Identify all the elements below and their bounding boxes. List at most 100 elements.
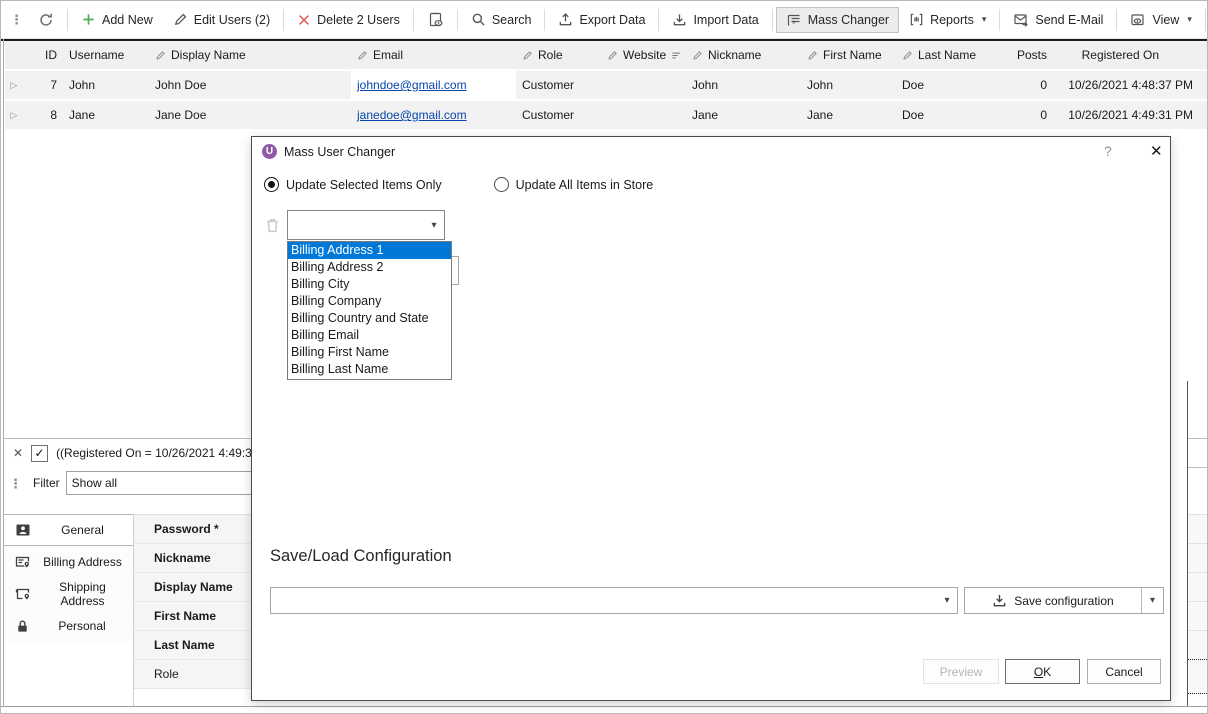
dropdown-option[interactable]: Billing First Name: [288, 344, 451, 361]
chevron-down-icon: ▾: [424, 220, 444, 231]
edit-pencil-icon: [607, 50, 618, 61]
radio-update-all[interactable]: Update All Items in Store: [494, 177, 654, 192]
dropdown-option-selected[interactable]: Billing Address 1: [288, 242, 451, 259]
column-header-username[interactable]: Username: [63, 41, 149, 69]
trash-icon[interactable]: [264, 217, 281, 234]
cell-username[interactable]: John: [63, 71, 149, 99]
cancel-button[interactable]: Cancel: [1087, 659, 1161, 684]
sort-filter-icon[interactable]: [671, 50, 682, 61]
reports-button[interactable]: Reports ▾: [899, 7, 996, 32]
edit-pencil-icon: [692, 50, 703, 61]
cell-email[interactable]: johndoe@gmail.com: [351, 71, 516, 99]
table-row-john[interactable]: ▷ 7 John John Doe johndoe@gmail.com Cust…: [5, 71, 1208, 99]
dropdown-option[interactable]: Billing Email: [288, 327, 451, 344]
cell-id[interactable]: 8: [23, 101, 63, 129]
cell-display-name[interactable]: Jane Doe: [149, 101, 351, 129]
column-header-last-name[interactable]: Last Name: [896, 41, 996, 69]
tabs-panel-filler: [4, 642, 134, 706]
email-link[interactable]: johndoe@gmail.com: [357, 78, 467, 92]
save-load-config-heading: Save/Load Configuration: [270, 547, 452, 566]
import-arrow-icon: [672, 12, 687, 27]
column-header-first-name[interactable]: First Name: [801, 41, 896, 69]
cell-registered-on[interactable]: 10/26/2021 4:49:31 PM: [1053, 101, 1201, 129]
close-icon[interactable]: ✕: [13, 446, 23, 460]
tab-personal[interactable]: Personal: [4, 610, 133, 642]
toolbar-separator: [1205, 9, 1206, 31]
cell-role[interactable]: Customer: [516, 101, 601, 129]
toolbar-separator: [283, 9, 284, 31]
chevron-down-icon: ▾: [982, 14, 987, 25]
plus-icon: [81, 12, 96, 27]
column-header-id[interactable]: ID: [23, 41, 63, 69]
dropdown-option[interactable]: Billing Last Name: [288, 361, 451, 378]
cell-registered-on[interactable]: 10/26/2021 4:48:37 PM: [1053, 71, 1201, 99]
cell-first-name[interactable]: John: [801, 71, 896, 99]
row-expand-arrow-icon[interactable]: ▷: [5, 71, 23, 99]
cell-display-name[interactable]: John Doe: [149, 71, 351, 99]
cell-posts[interactable]: 0: [996, 101, 1053, 129]
column-header-display-name[interactable]: Display Name: [149, 41, 351, 69]
cell-id[interactable]: 7: [23, 71, 63, 99]
export-data-button[interactable]: Export Data: [548, 7, 655, 32]
cell-last-name[interactable]: Doe: [896, 101, 996, 129]
clipboard-eye-icon: [427, 11, 444, 28]
cell-role[interactable]: Customer: [516, 71, 601, 99]
ok-button-label: OK: [1034, 665, 1051, 679]
column-header-nickname[interactable]: Nickname: [686, 41, 801, 69]
email-link[interactable]: janedoe@gmail.com: [357, 108, 467, 122]
dropdown-option[interactable]: Billing City: [288, 276, 451, 293]
row-expand-arrow-icon[interactable]: ▷: [5, 101, 23, 129]
tab-label: Shipping Address: [40, 580, 133, 608]
import-data-button[interactable]: Import Data: [662, 7, 768, 32]
delete-users-label: Delete 2 Users: [317, 13, 400, 27]
filter-grip-icon[interactable]: ⋮: [4, 477, 27, 490]
cell-nickname[interactable]: Jane: [686, 101, 801, 129]
tab-shipping-address[interactable]: Shipping Address: [4, 578, 133, 610]
filter-enabled-checkbox[interactable]: ✓: [31, 445, 48, 462]
toolbar-separator: [772, 9, 773, 31]
field-combobox[interactable]: ▾: [287, 210, 445, 240]
add-new-button[interactable]: Add New: [71, 7, 163, 32]
config-combobox[interactable]: ▾: [270, 587, 958, 614]
edit-pencil-icon: [173, 12, 188, 27]
view-button[interactable]: View ▾: [1120, 7, 1201, 33]
column-header-posts[interactable]: Posts: [996, 41, 1053, 69]
row-line: [1188, 572, 1208, 573]
send-email-button[interactable]: Send E-Mail: [1003, 7, 1113, 33]
delete-users-button[interactable]: Delete 2 Users: [287, 8, 410, 32]
history-button[interactable]: [417, 6, 454, 33]
filter-select[interactable]: Show all: [66, 471, 253, 495]
mass-changer-button[interactable]: * Mass Changer: [776, 7, 899, 33]
toolbar-grip-icon[interactable]: ⋮: [5, 13, 28, 26]
cell-last-name[interactable]: Doe: [896, 71, 996, 99]
cell-first-name[interactable]: Jane: [801, 101, 896, 129]
tab-general[interactable]: General: [4, 514, 133, 546]
save-configuration-button[interactable]: Save configuration: [965, 588, 1141, 613]
tab-billing-address[interactable]: Billing Address: [4, 546, 133, 578]
edit-users-button[interactable]: Edit Users (2): [163, 7, 280, 32]
radio-update-selected[interactable]: Update Selected Items Only: [264, 177, 442, 192]
preview-button[interactable]: Preview: [923, 659, 999, 684]
search-button[interactable]: Search: [461, 7, 542, 32]
column-header-website[interactable]: Website: [601, 41, 686, 69]
refresh-button[interactable]: [28, 7, 64, 33]
cell-nickname[interactable]: John: [686, 71, 801, 99]
row-line: [1188, 514, 1208, 515]
ok-button[interactable]: OK: [1005, 659, 1080, 684]
column-header-registered-on[interactable]: Registered On: [1053, 41, 1201, 69]
cell-email[interactable]: janedoe@gmail.com: [351, 101, 516, 129]
column-header-role[interactable]: Role: [516, 41, 601, 69]
cell-username[interactable]: Jane: [63, 101, 149, 129]
save-configuration-dropdown[interactable]: ▾: [1142, 588, 1163, 613]
help-icon[interactable]: ?: [1104, 143, 1112, 159]
dropdown-option[interactable]: Billing Country and State: [288, 310, 451, 327]
dropdown-option[interactable]: Billing Address 2: [288, 259, 451, 276]
cell-website[interactable]: [601, 71, 686, 99]
cell-website[interactable]: [601, 101, 686, 129]
close-icon[interactable]: ✕: [1150, 142, 1163, 160]
cell-posts[interactable]: 0: [996, 71, 1053, 99]
radio-selected-icon: [264, 177, 279, 192]
column-header-email[interactable]: Email: [351, 41, 516, 69]
table-row-jane[interactable]: ▷ 8 Jane Jane Doe janedoe@gmail.com Cust…: [5, 101, 1208, 129]
dropdown-option[interactable]: Billing Company: [288, 293, 451, 310]
